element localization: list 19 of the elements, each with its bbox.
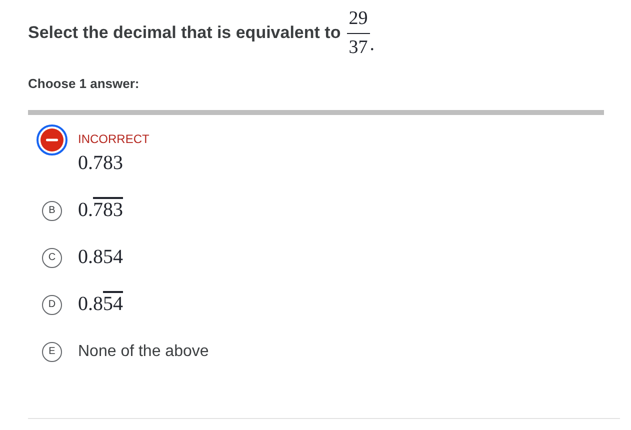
answer-text: None of the above — [78, 342, 209, 360]
answer-choice[interactable]: INCORRECT 0.783 — [28, 119, 620, 187]
period: . — [370, 34, 374, 56]
answer-value: 0.783 — [78, 199, 123, 222]
answer-choice[interactable]: C 0.854 — [28, 234, 620, 281]
answer-choice[interactable]: D 0.854 — [28, 281, 620, 328]
choice-letter: C — [42, 248, 62, 268]
answer-choice[interactable]: B 0.783 — [28, 187, 620, 234]
fraction: 29 37 — [346, 8, 370, 58]
choice-letter: E — [42, 342, 62, 362]
answer-value: 0.854 — [78, 293, 123, 316]
status-label: INCORRECT — [78, 132, 150, 146]
choice-letter: D — [42, 294, 62, 314]
answer-choice[interactable]: E None of the above — [28, 328, 620, 375]
question-text: Select the decimal that is equivalent to — [28, 23, 341, 43]
instruction-text: Choose 1 answer: — [28, 76, 140, 91]
answer-value: 0.783 — [78, 152, 124, 175]
answer-value: 0.854 — [78, 246, 123, 269]
choice-letter: B — [42, 200, 62, 220]
